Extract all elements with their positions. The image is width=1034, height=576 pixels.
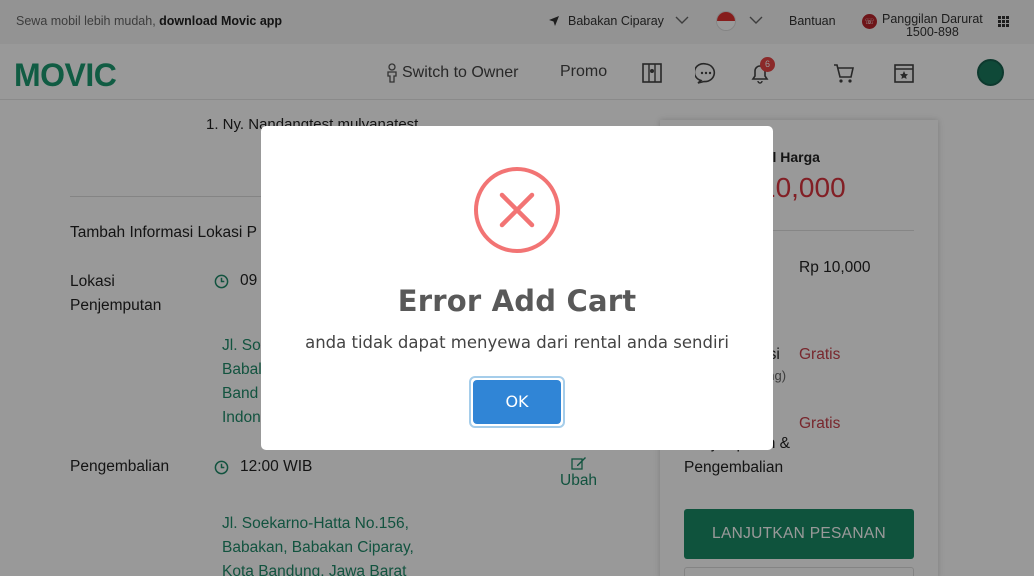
ok-button[interactable]: OK xyxy=(473,380,561,424)
dialog-message: anda tidak dapat menyewa dari rental and… xyxy=(305,333,729,352)
dialog-title: Error Add Cart xyxy=(397,284,637,318)
ok-button-focus-ring: OK xyxy=(469,376,565,428)
error-dialog: Error Add Cart anda tidak dapat menyewa … xyxy=(261,126,773,450)
error-x-icon xyxy=(474,167,560,253)
